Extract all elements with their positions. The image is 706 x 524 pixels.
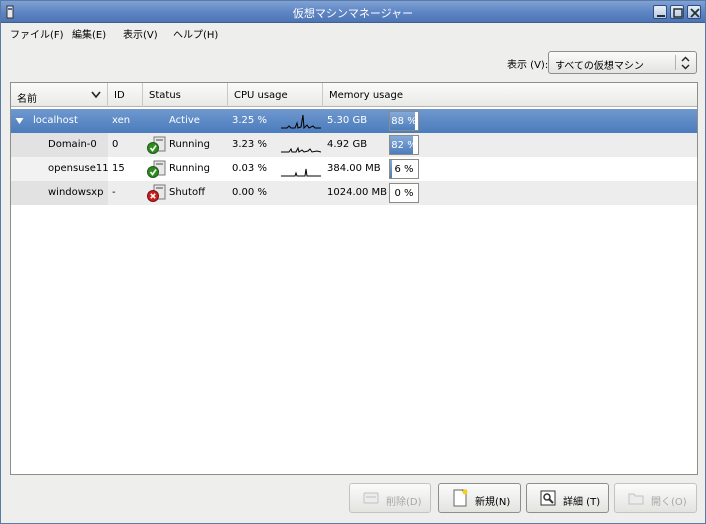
details-label: 詳細 (T): [563, 497, 601, 508]
vm-memory: 5.30 GB: [327, 115, 368, 126]
memory-percent: 82 %: [391, 140, 417, 151]
window-title: 仮想マシンマネージャー: [292, 7, 414, 20]
table-row[interactable]: Domain-0 0 Running 3.23 % 4.92 GB 82 %: [11, 133, 697, 157]
new-icon: [453, 489, 468, 507]
menu-help[interactable]: ヘルプ(H): [173, 26, 218, 41]
table-row[interactable]: windowsxp - Shutoff 0.00 % 1024.00 MB 0 …: [11, 181, 697, 205]
vm-name: Domain-0: [48, 139, 97, 150]
column-header-name[interactable]: 名前: [11, 83, 108, 107]
sort-descending-icon: [91, 91, 101, 99]
view-filter-label: 表示 (V):: [507, 60, 549, 71]
vm-status: Active: [169, 115, 200, 126]
menu-bar: ファイル(F) 編集(E) 表示(V) ヘルプ(H): [1, 23, 705, 42]
combo-arrows-icon: [681, 56, 690, 70]
vm-status: Running: [169, 163, 210, 174]
open-button[interactable]: 開く(O): [614, 483, 697, 513]
open-icon: [628, 493, 644, 505]
minimize-icon: [657, 15, 665, 17]
running-icon: [147, 136, 166, 154]
column-memory-label: Memory usage: [329, 90, 404, 101]
column-header-cpu[interactable]: CPU usage: [228, 83, 323, 107]
open-label: 開く(O): [651, 497, 687, 508]
vm-status: Running: [169, 139, 210, 150]
cpu-sparkline: [281, 146, 321, 153]
details-button[interactable]: 詳細 (T): [526, 483, 609, 513]
memory-percent: 0 %: [394, 188, 414, 199]
vm-id: 15: [112, 163, 125, 174]
shutoff-icon: [147, 184, 166, 202]
memory-bar: 0 %: [389, 183, 419, 203]
vm-cpu: 0.00 %: [232, 187, 267, 198]
menu-edit[interactable]: 編集(E): [72, 26, 106, 41]
delete-label: 削除(D): [386, 497, 422, 508]
combo-separator: [675, 55, 676, 70]
delete-button[interactable]: 削除(D): [349, 483, 431, 513]
vm-name: opensuse11: [48, 163, 109, 174]
vm-cpu: 3.23 %: [232, 139, 267, 150]
vm-id: 0: [112, 139, 119, 150]
column-name-label: 名前: [17, 94, 37, 105]
details-icon: [540, 490, 556, 506]
vm-memory: 1024.00 MB: [327, 187, 388, 198]
column-header-memory[interactable]: Memory usage: [323, 83, 697, 107]
memory-percent: 6 %: [394, 164, 414, 175]
title-bar[interactable]: 仮想マシンマネージャー: [1, 1, 705, 23]
minimize-button[interactable]: [653, 5, 667, 19]
vm-name: windowsxp: [48, 187, 104, 198]
cpu-sparkline: [281, 114, 321, 129]
column-header-status[interactable]: Status: [143, 83, 228, 107]
maximize-icon: [673, 8, 683, 18]
vm-cpu: 0.03 %: [232, 163, 267, 174]
new-button[interactable]: 新規(N): [438, 483, 521, 513]
column-id-label: ID: [114, 90, 125, 101]
memory-bar: 82 %: [389, 135, 419, 155]
column-header-id[interactable]: ID: [108, 83, 143, 107]
vm-list[interactable]: 名前 ID Status CPU usage Memory usage loca…: [10, 82, 698, 475]
view-filter-value: すべての仮想マシン: [555, 61, 644, 72]
column-status-label: Status: [149, 90, 181, 101]
vm-memory: 384.00 MB: [327, 163, 381, 174]
memory-bar: 88 %: [389, 111, 419, 131]
new-label: 新規(N): [475, 497, 511, 508]
close-button[interactable]: [687, 5, 701, 19]
vm-id: xen: [112, 115, 131, 126]
menu-file[interactable]: ファイル(F): [10, 26, 64, 41]
vm-status: Shutoff: [169, 187, 205, 198]
memory-percent: 88 %: [391, 116, 417, 127]
vm-id: -: [112, 187, 116, 198]
close-icon: [690, 8, 700, 18]
menu-view[interactable]: 表示(V): [123, 26, 158, 41]
app-window: 仮想マシンマネージャー ファイル(F) 編集(E) 表示(V) ヘルプ(H) 表…: [0, 0, 706, 524]
list-header: 名前 ID Status CPU usage Memory usage: [11, 83, 697, 107]
memory-bar: 6 %: [389, 159, 419, 179]
maximize-button[interactable]: [670, 5, 684, 19]
expander-open-icon[interactable]: [15, 117, 24, 125]
vm-name: localhost: [33, 115, 78, 126]
delete-icon: [363, 492, 379, 504]
cpu-sparkline: [281, 168, 321, 177]
running-icon: [147, 160, 166, 178]
column-cpu-label: CPU usage: [234, 90, 288, 101]
table-row[interactable]: localhost xen Active 3.25 % 5.30 GB 88 %: [11, 109, 697, 133]
table-row[interactable]: opensuse11 15 Running 0.03 % 384.00 MB 6…: [11, 157, 697, 181]
vm-cpu: 3.25 %: [232, 115, 267, 126]
vm-memory: 4.92 GB: [327, 139, 368, 150]
view-filter-combo[interactable]: すべての仮想マシン: [548, 51, 697, 74]
